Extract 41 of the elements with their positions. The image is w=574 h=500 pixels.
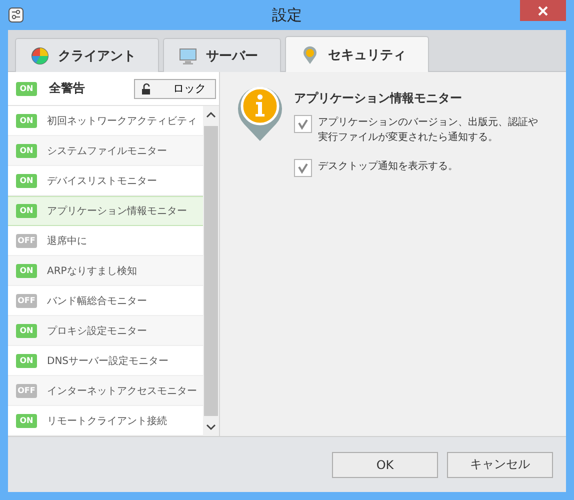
list-item[interactable]: ON アプリケーション情報モニター [8, 196, 203, 226]
all-alerts-label: 全警告 [49, 80, 86, 97]
checkbox[interactable] [294, 115, 312, 133]
list-item-label: デバイスリストモニター [47, 174, 157, 188]
info-pin-icon [236, 84, 284, 142]
list-item-label: 退席中に [47, 234, 87, 248]
monitor-icon [178, 46, 198, 66]
list-item[interactable]: ON ARPなりすまし検知 [8, 256, 203, 286]
close-button[interactable] [520, 0, 566, 21]
list-item-label: システムファイルモニター [47, 144, 167, 158]
list-item-label: リモートクライアント接続 [47, 414, 167, 428]
scroll-up-icon[interactable] [206, 111, 216, 119]
list-item-label: 初回ネットワークアクティビティ [47, 114, 197, 128]
tab[interactable]: サーバー [163, 38, 281, 72]
scrollbar-thumb[interactable] [204, 126, 218, 416]
settings-icon [8, 7, 24, 23]
list-item-label: ARPなりすまし検知 [47, 264, 137, 278]
checkbox-label: デスクトップ通知を表示する。 [318, 160, 459, 174]
list-item[interactable]: ON プロキシ設定モニター [8, 316, 203, 346]
tab[interactable]: セキュリティ [285, 36, 429, 72]
color-wheel-icon [30, 46, 50, 66]
check-icon [297, 162, 309, 174]
checkbox[interactable] [294, 159, 312, 177]
dialog-button[interactable]: OK [332, 452, 438, 478]
list-item-label: バンド幅総合モニター [47, 294, 147, 308]
detail-title: アプリケーション情報モニター [294, 90, 463, 107]
close-icon [538, 6, 548, 16]
list-item-label: インターネットアクセスモニター [47, 384, 197, 398]
padlock-icon [141, 82, 153, 94]
tab[interactable]: クライアント [15, 38, 159, 72]
list-item[interactable]: OFF インターネットアクセスモニター [8, 376, 203, 406]
window-title: 設定 [272, 6, 302, 24]
list-item-label: DNSサーバー設定モニター [47, 354, 169, 368]
list-item[interactable]: ON システムファイルモニター [8, 136, 203, 166]
dialog-button[interactable]: キャンセル [447, 452, 553, 478]
check-icon [297, 118, 309, 130]
lock-button[interactable]: ロック [134, 78, 216, 98]
checkbox-label: アプリケーションのバージョン、出版元、認証や実行ファイルが変更されたら通知する。 [318, 116, 539, 145]
list-item-label: アプリケーション情報モニター [47, 204, 187, 218]
scroll-down-icon[interactable] [206, 423, 216, 431]
list-item-label: プロキシ設定モニター [47, 324, 147, 338]
